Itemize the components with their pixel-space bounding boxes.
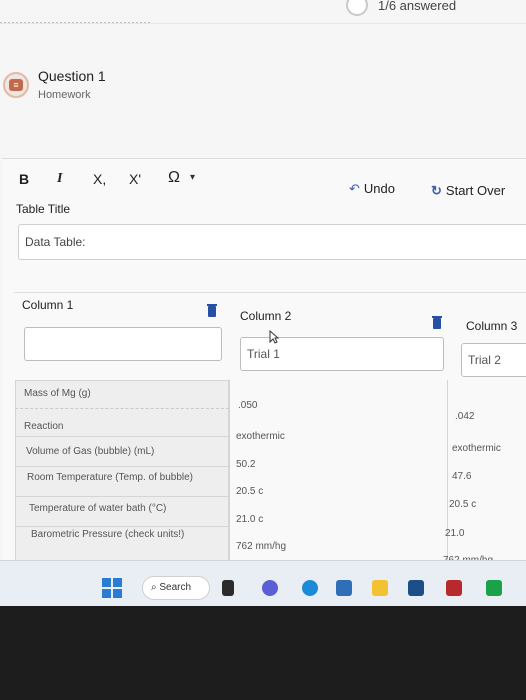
trial-2-cell[interactable]: 21.0	[445, 528, 464, 539]
app-screen: 1/6 answered ≡ Question 1 Homework B I X…	[0, 0, 526, 568]
undo-label: Undo	[363, 181, 395, 196]
app-icon[interactable]	[446, 580, 462, 596]
divider	[15, 496, 229, 497]
divider	[15, 408, 229, 409]
table-title-input[interactable]: Data Table:	[18, 224, 526, 260]
question-icon: ≡	[3, 72, 29, 98]
start-over-button[interactable]: ↻ Start Over	[431, 183, 505, 199]
progress-ring-icon	[346, 0, 368, 16]
special-characters-button[interactable]: Ω	[168, 169, 180, 187]
delete-column-2-icon[interactable]	[432, 316, 442, 329]
trial-2-cell[interactable]: 47.6	[452, 471, 471, 482]
screen-bezel	[0, 606, 526, 700]
divider	[447, 380, 448, 568]
divider	[0, 23, 526, 24]
trial-1-cell[interactable]: 21.0 c	[236, 514, 263, 525]
windows-start-icon[interactable]	[102, 578, 122, 598]
undo-icon: ↶	[349, 181, 360, 196]
trial-2-cell[interactable]: exothermic	[452, 443, 501, 454]
question-title: Question 1	[38, 68, 106, 84]
column-1-header-input[interactable]	[24, 327, 222, 361]
column-3-header-input[interactable]: Trial 2	[461, 343, 526, 377]
divider	[15, 466, 229, 467]
row-label: Room Temperature (Temp. of bubble)	[27, 472, 194, 483]
chevron-down-icon[interactable]: ▾	[190, 172, 195, 183]
answered-count: 1/6 answered	[378, 0, 457, 13]
subscript-button[interactable]: X,	[93, 171, 106, 187]
delete-column-1-icon[interactable]	[207, 304, 217, 317]
column-2-label: Column 2	[240, 309, 292, 323]
row-label: Temperature of water bath (°C)	[29, 503, 167, 514]
divider	[14, 292, 526, 293]
trial-2-cell[interactable]: .042	[455, 411, 474, 422]
column-1-label: Column 1	[22, 298, 74, 312]
taskbar-search[interactable]: ⌕ Search	[142, 576, 210, 600]
trial-1-cell[interactable]: 50.2	[236, 459, 255, 470]
superscript-button[interactable]: X'	[129, 171, 141, 187]
question-subtitle: Homework	[38, 89, 91, 101]
search-icon: ⌕	[151, 582, 157, 593]
trial-1-cell[interactable]: 762 mm/hg	[236, 541, 286, 552]
chat-icon[interactable]	[262, 580, 278, 596]
mouse-cursor-icon	[269, 330, 279, 344]
mail-icon[interactable]	[408, 580, 424, 596]
table-title-label: Table Title	[16, 202, 71, 216]
row-label: Mass of Mg (g)	[24, 388, 91, 399]
divider	[15, 526, 229, 527]
trial-1-cell[interactable]: .050	[238, 400, 257, 411]
row-label: Barometric Pressure (check units!)	[31, 529, 185, 540]
trial-1-cell[interactable]: exothermic	[236, 431, 285, 442]
store-icon[interactable]	[336, 580, 352, 596]
divider	[15, 436, 229, 437]
trial-2-cell[interactable]: 20.5 c	[449, 499, 476, 510]
task-view-icon[interactable]	[222, 580, 234, 596]
divider	[229, 380, 230, 568]
file-explorer-icon[interactable]	[372, 580, 388, 596]
xbox-icon[interactable]	[486, 580, 502, 596]
search-label: Search	[159, 582, 192, 593]
data-table: Mass of Mg (g) Reaction Volume of Gas (b…	[15, 380, 526, 568]
undo-button[interactable]: ↶ Undo	[349, 181, 395, 197]
column-3-label: Column 3	[466, 319, 518, 333]
row-label: Reaction	[24, 421, 64, 432]
trial-1-cell[interactable]: 20.5 c	[236, 486, 263, 497]
edge-icon[interactable]	[302, 580, 318, 596]
bold-button[interactable]: B	[19, 171, 29, 187]
italic-button[interactable]: I	[57, 171, 62, 187]
refresh-icon: ↻	[431, 183, 442, 198]
row-label: Volume of Gas (bubble) (mL)	[26, 446, 155, 457]
start-over-label: Start Over	[445, 183, 506, 198]
